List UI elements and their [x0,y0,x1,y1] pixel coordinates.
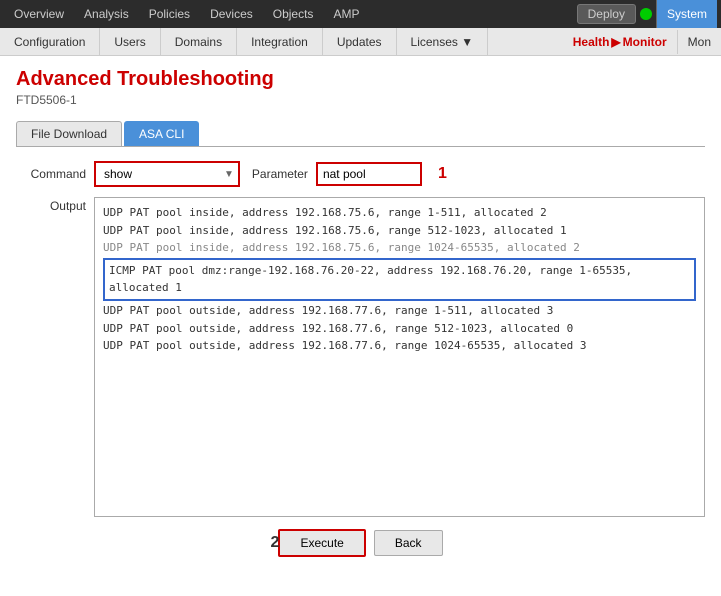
nav-overview[interactable]: Overview [4,0,74,28]
system-button[interactable]: System [656,0,717,28]
nav-policies[interactable]: Policies [139,0,200,28]
nav-integration[interactable]: Integration [237,28,323,56]
output-line-5: UDP PAT pool outside, address 192.168.77… [103,302,696,320]
command-row: Command show ▼ Parameter 1 [16,161,705,187]
mon-item[interactable]: Mon [677,30,721,54]
output-line-6: UDP PAT pool outside, address 192.168.77… [103,320,696,338]
step-2-label: 2 [271,534,280,552]
output-line-3: UDP PAT pool inside, address 192.168.75.… [103,239,696,257]
top-nav-bar: Overview Analysis Policies Devices Objec… [0,0,721,28]
output-row: Output UDP PAT pool inside, address 192.… [16,197,705,517]
output-box: UDP PAT pool inside, address 192.168.75.… [94,197,705,517]
nav-devices[interactable]: Devices [200,0,263,28]
dropdown-arrow-icon: ▼ [224,169,234,180]
command-select-wrapper: show ▼ [94,161,240,187]
execute-button[interactable]: Execute [278,529,365,557]
tab-bar: File Download ASA CLI [16,121,705,147]
output-line-7: UDP PAT pool outside, address 192.168.77… [103,337,696,355]
nav-users[interactable]: Users [100,28,160,56]
page-subtitle: FTD5506-1 [16,93,705,107]
parameter-input[interactable] [319,165,419,183]
parameter-input-wrapper [316,162,422,186]
step-1-label: 1 [438,165,447,183]
output-label: Output [16,197,86,213]
bottom-bar: 2 Execute Back [16,517,705,565]
nav-licenses[interactable]: Licenses ▼ [397,28,489,56]
tab-file-download[interactable]: File Download [16,121,122,146]
main-content: Advanced Troubleshooting FTD5506-1 File … [0,56,721,596]
page-title: Advanced Troubleshooting [16,68,705,91]
health-monitor-link[interactable]: Health ▶ Monitor [563,30,677,54]
nav-objects[interactable]: Objects [263,0,324,28]
second-nav-bar: Configuration Users Domains Integration … [0,28,721,56]
tab-asa-cli[interactable]: ASA CLI [124,121,199,146]
nav-updates[interactable]: Updates [323,28,397,56]
parameter-label: Parameter [252,167,308,181]
command-select[interactable]: show [100,165,220,183]
command-label: Command [16,167,86,181]
status-indicator [640,8,652,20]
health-arrow-icon: ▶ [611,35,620,49]
nav-amp[interactable]: AMP [323,0,369,28]
nav-domains[interactable]: Domains [161,28,237,56]
output-line-2: UDP PAT pool inside, address 192.168.75.… [103,222,696,240]
nav-configuration[interactable]: Configuration [0,28,100,56]
output-line-1: UDP PAT pool inside, address 192.168.75.… [103,204,696,222]
output-line-4-highlighted: ICMP PAT pool dmz:range-192.168.76.20-22… [103,258,696,301]
back-button[interactable]: Back [374,530,443,556]
deploy-button[interactable]: Deploy [577,4,636,24]
nav-analysis[interactable]: Analysis [74,0,139,28]
